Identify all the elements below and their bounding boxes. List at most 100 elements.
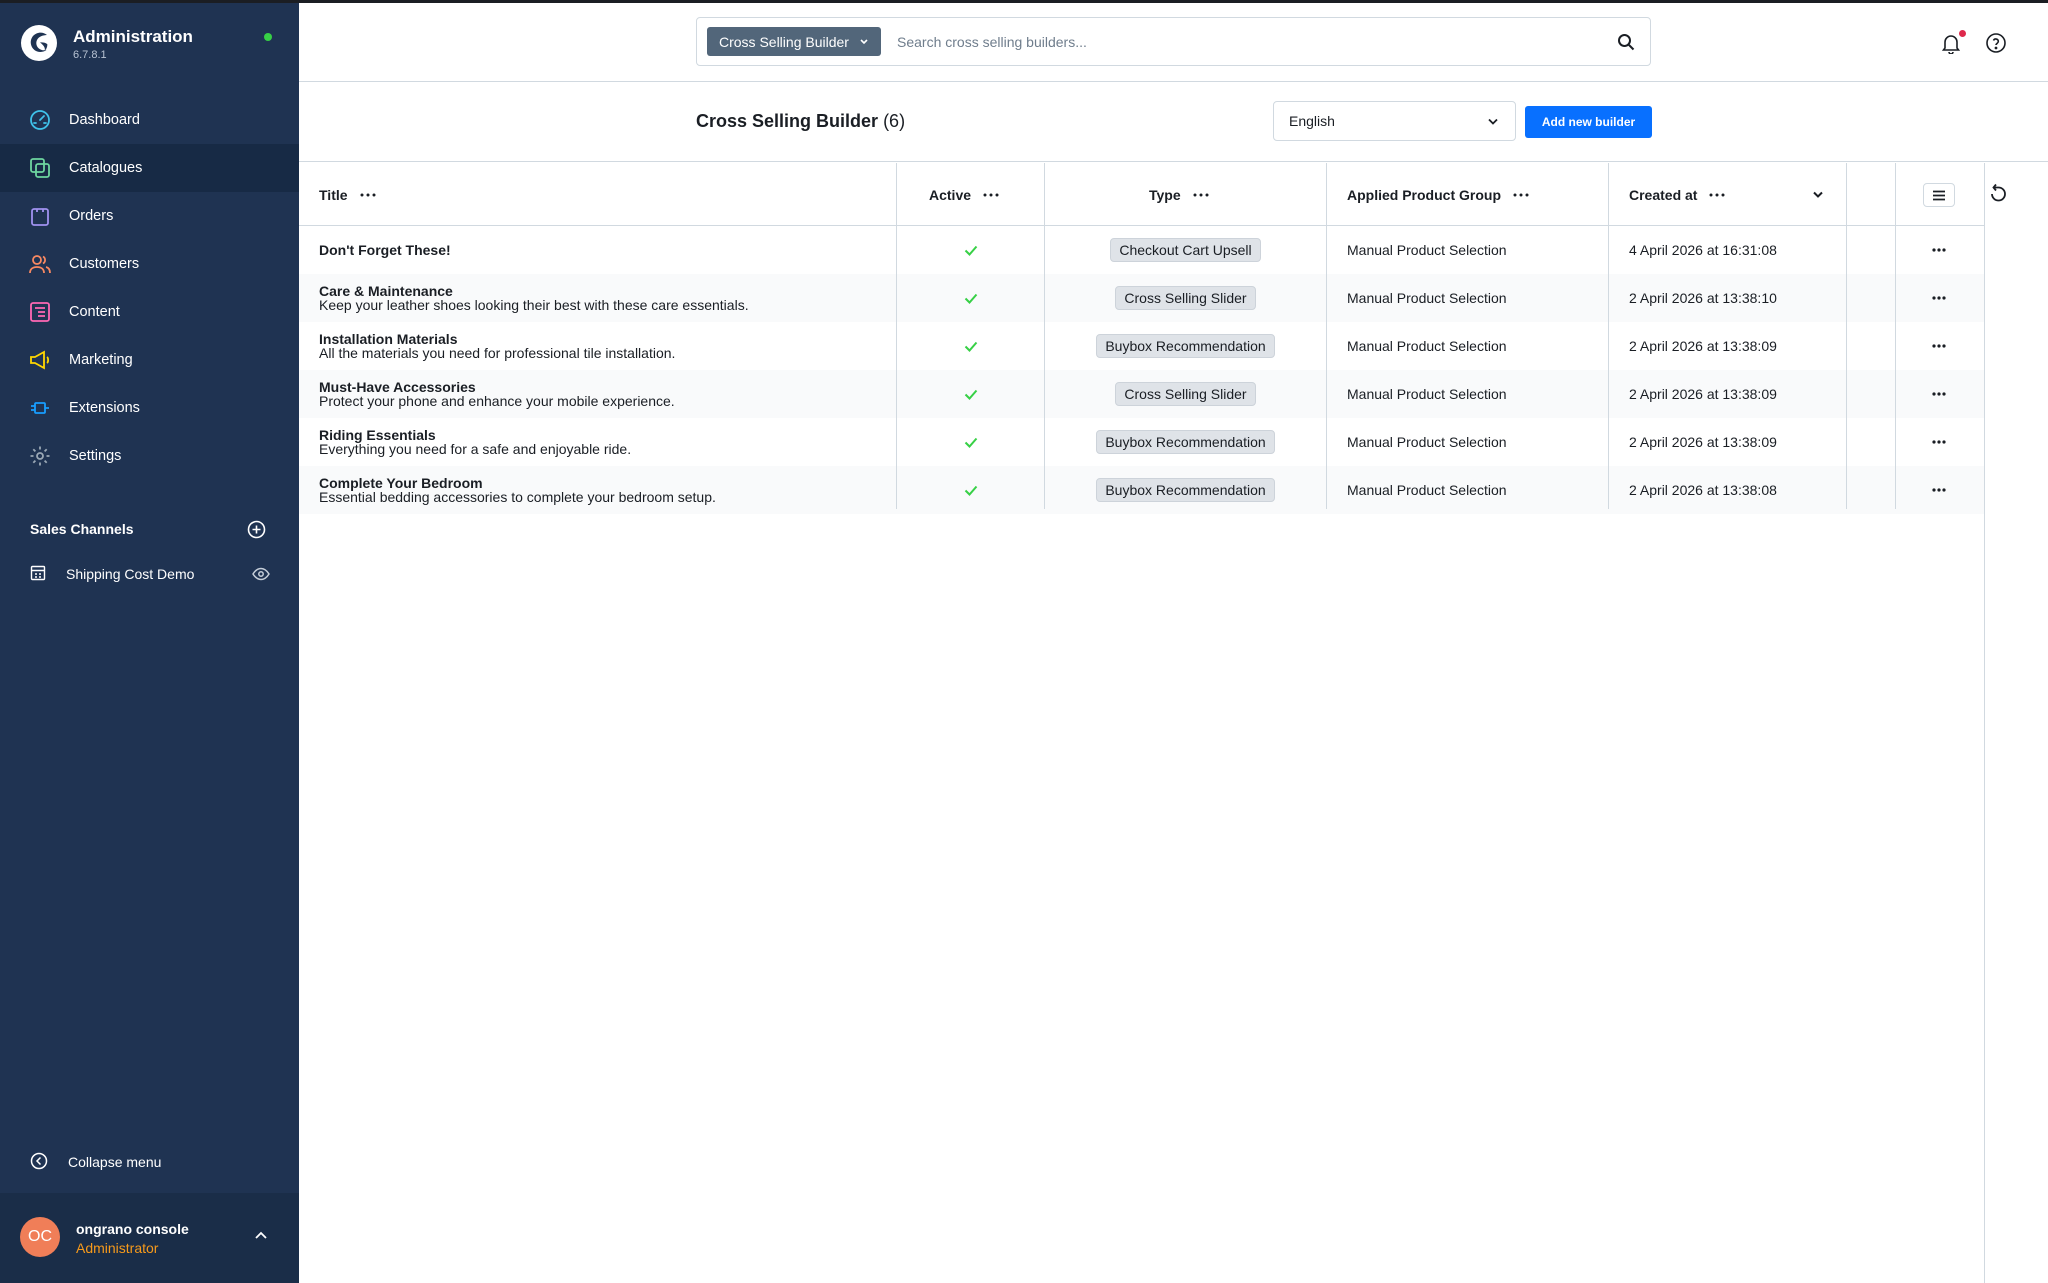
builder-title[interactable]: Riding Essentials [319, 428, 436, 442]
cell-title[interactable]: Installation Materials All the materials … [319, 322, 675, 370]
row-actions-icon[interactable] [1932, 440, 1946, 444]
sidebar-item-label: Marketing [69, 352, 133, 368]
refresh-icon[interactable] [1987, 183, 2009, 205]
global-search: Cross Selling Builder [696, 17, 1651, 66]
cell-title[interactable]: Riding Essentials Everything you need for… [319, 418, 631, 466]
sidebar: Administration 6.7.8.1 Dashboard Catalog… [0, 0, 299, 1283]
help-icon[interactable] [1985, 32, 2007, 54]
row-actions-icon[interactable] [1932, 248, 1946, 252]
cell-actions [1932, 226, 1946, 274]
cell-product-group: Manual Product Selection [1347, 226, 1507, 274]
builder-title[interactable]: Don't Forget These! [319, 243, 451, 257]
column-header-active[interactable]: Active [929, 163, 999, 226]
table-header: Title Active Type Applied Product Group … [299, 163, 1985, 226]
cell-title[interactable]: Complete Your Bedroom Essential bedding a… [319, 466, 716, 514]
column-header-title[interactable]: Title [319, 163, 376, 226]
sidebar-item-customers[interactable]: Customers [0, 240, 299, 288]
search-entity-dropdown[interactable]: Cross Selling Builder [707, 27, 881, 56]
sidebar-item-marketing[interactable]: Marketing [0, 336, 299, 384]
more-icon[interactable] [1513, 193, 1529, 197]
row-actions-icon[interactable] [1932, 392, 1946, 396]
row-actions-icon[interactable] [1932, 296, 1946, 300]
checkmark-icon [964, 293, 978, 304]
search-input[interactable] [897, 28, 1597, 56]
cell-type: Buybox Recommendation [1045, 466, 1326, 514]
content-icon [29, 301, 51, 323]
table-row[interactable]: Care & Maintenance Keep your leather shoe… [299, 274, 1985, 322]
cell-created-at: 2 April 2026 at 13:38:10 [1629, 274, 1777, 322]
checkmark-icon [964, 245, 978, 256]
cell-title[interactable]: Don't Forget These! [319, 226, 451, 274]
column-header-product-group[interactable]: Applied Product Group [1347, 163, 1529, 226]
cell-title[interactable]: Care & Maintenance Keep your leather shoe… [319, 274, 749, 322]
shopping-bag-icon [29, 205, 51, 227]
product-group-value: Manual Product Selection [1347, 338, 1507, 354]
page-title: Cross Selling Builder (6) [696, 111, 905, 132]
cell-created-at: 2 April 2026 at 13:38:08 [1629, 466, 1777, 514]
cell-active [964, 322, 978, 370]
storefront-icon [30, 565, 46, 581]
builder-title[interactable]: Must-Have Accessories [319, 380, 476, 394]
column-divider [1846, 163, 1847, 509]
table-body: Don't Forget These! Checkout Cart Upsell M… [299, 226, 1985, 514]
grid-settings-button[interactable] [1923, 183, 1955, 207]
sidebar-item-dashboard[interactable]: Dashboard [0, 96, 299, 144]
column-type-label: Type [1149, 186, 1181, 203]
avatar: OC [20, 1217, 60, 1257]
table-row[interactable]: Riding Essentials Everything you need for… [299, 418, 1985, 466]
created-at-value: 2 April 2026 at 13:38:09 [1629, 338, 1777, 354]
builder-title[interactable]: Installation Materials [319, 332, 457, 346]
cell-product-group: Manual Product Selection [1347, 466, 1507, 514]
product-group-value: Manual Product Selection [1347, 386, 1507, 402]
column-divider [1326, 163, 1327, 509]
chevron-up-icon[interactable] [254, 1230, 268, 1240]
builder-title[interactable]: Care & Maintenance [319, 284, 453, 298]
sidebar-item-catalogues[interactable]: Catalogues [0, 144, 299, 192]
sidebar-item-extensions[interactable]: Extensions [0, 384, 299, 432]
cell-title[interactable]: Must-Have Accessories Protect your phone … [319, 370, 675, 418]
cell-type: Checkout Cart Upsell [1045, 226, 1326, 274]
sidebar-item-label: Content [69, 304, 120, 320]
add-circle-icon[interactable] [247, 520, 266, 539]
eye-icon[interactable] [252, 567, 270, 581]
type-badge: Checkout Cart Upsell [1110, 238, 1261, 262]
cell-product-group: Manual Product Selection [1347, 370, 1507, 418]
sidebar-item-settings[interactable]: Settings [0, 432, 299, 480]
sidebar-item-orders[interactable]: Orders [0, 192, 299, 240]
user-name: ongrano console [76, 1221, 189, 1237]
column-header-type[interactable]: Type [1149, 163, 1209, 226]
more-icon[interactable] [1193, 193, 1209, 197]
more-icon[interactable] [360, 193, 376, 197]
add-new-builder-button[interactable]: Add new builder [1525, 106, 1652, 138]
row-actions-icon[interactable] [1932, 344, 1946, 348]
language-switch[interactable]: English [1273, 101, 1516, 141]
cell-type: Cross Selling Slider [1045, 274, 1326, 322]
cell-active [964, 226, 978, 274]
brand-header[interactable]: Administration 6.7.8.1 [20, 22, 280, 70]
window-top-border [0, 0, 2048, 3]
column-active-label: Active [929, 186, 972, 203]
collapse-menu-button[interactable]: Collapse menu [30, 1150, 270, 1174]
more-icon[interactable] [983, 193, 999, 197]
user-menu[interactable]: OC ongrano console Administrator [0, 1193, 299, 1283]
cell-actions [1932, 274, 1946, 322]
cell-product-group: Manual Product Selection [1347, 322, 1507, 370]
column-divider [1608, 163, 1609, 509]
table-row[interactable]: Complete Your Bedroom Essential bedding a… [299, 466, 1985, 514]
sales-channel-item[interactable]: Shipping Cost Demo [30, 562, 270, 586]
builder-description: Everything you need for a safe and enjoy… [319, 441, 632, 457]
sidebar-item-content[interactable]: Content [0, 288, 299, 336]
table-row[interactable]: Installation Materials All the materials … [299, 322, 1985, 370]
table-row[interactable]: Must-Have Accessories Protect your phone … [299, 370, 1985, 418]
sort-descending-icon[interactable] [1812, 190, 1824, 199]
builder-title[interactable]: Complete Your Bedroom [319, 476, 483, 490]
search-icon[interactable] [1616, 32, 1636, 52]
column-header-created-at[interactable]: Created at [1629, 163, 1725, 226]
page-header: Cross Selling Builder (6) English Add ne… [299, 83, 2048, 162]
row-actions-icon[interactable] [1932, 488, 1946, 492]
more-icon[interactable] [1709, 193, 1725, 197]
product-group-value: Manual Product Selection [1347, 482, 1507, 498]
table-row[interactable]: Don't Forget These! Checkout Cart Upsell M… [299, 226, 1985, 274]
checkmark-icon [964, 437, 978, 448]
builder-description: All the materials you need for professio… [319, 345, 676, 361]
